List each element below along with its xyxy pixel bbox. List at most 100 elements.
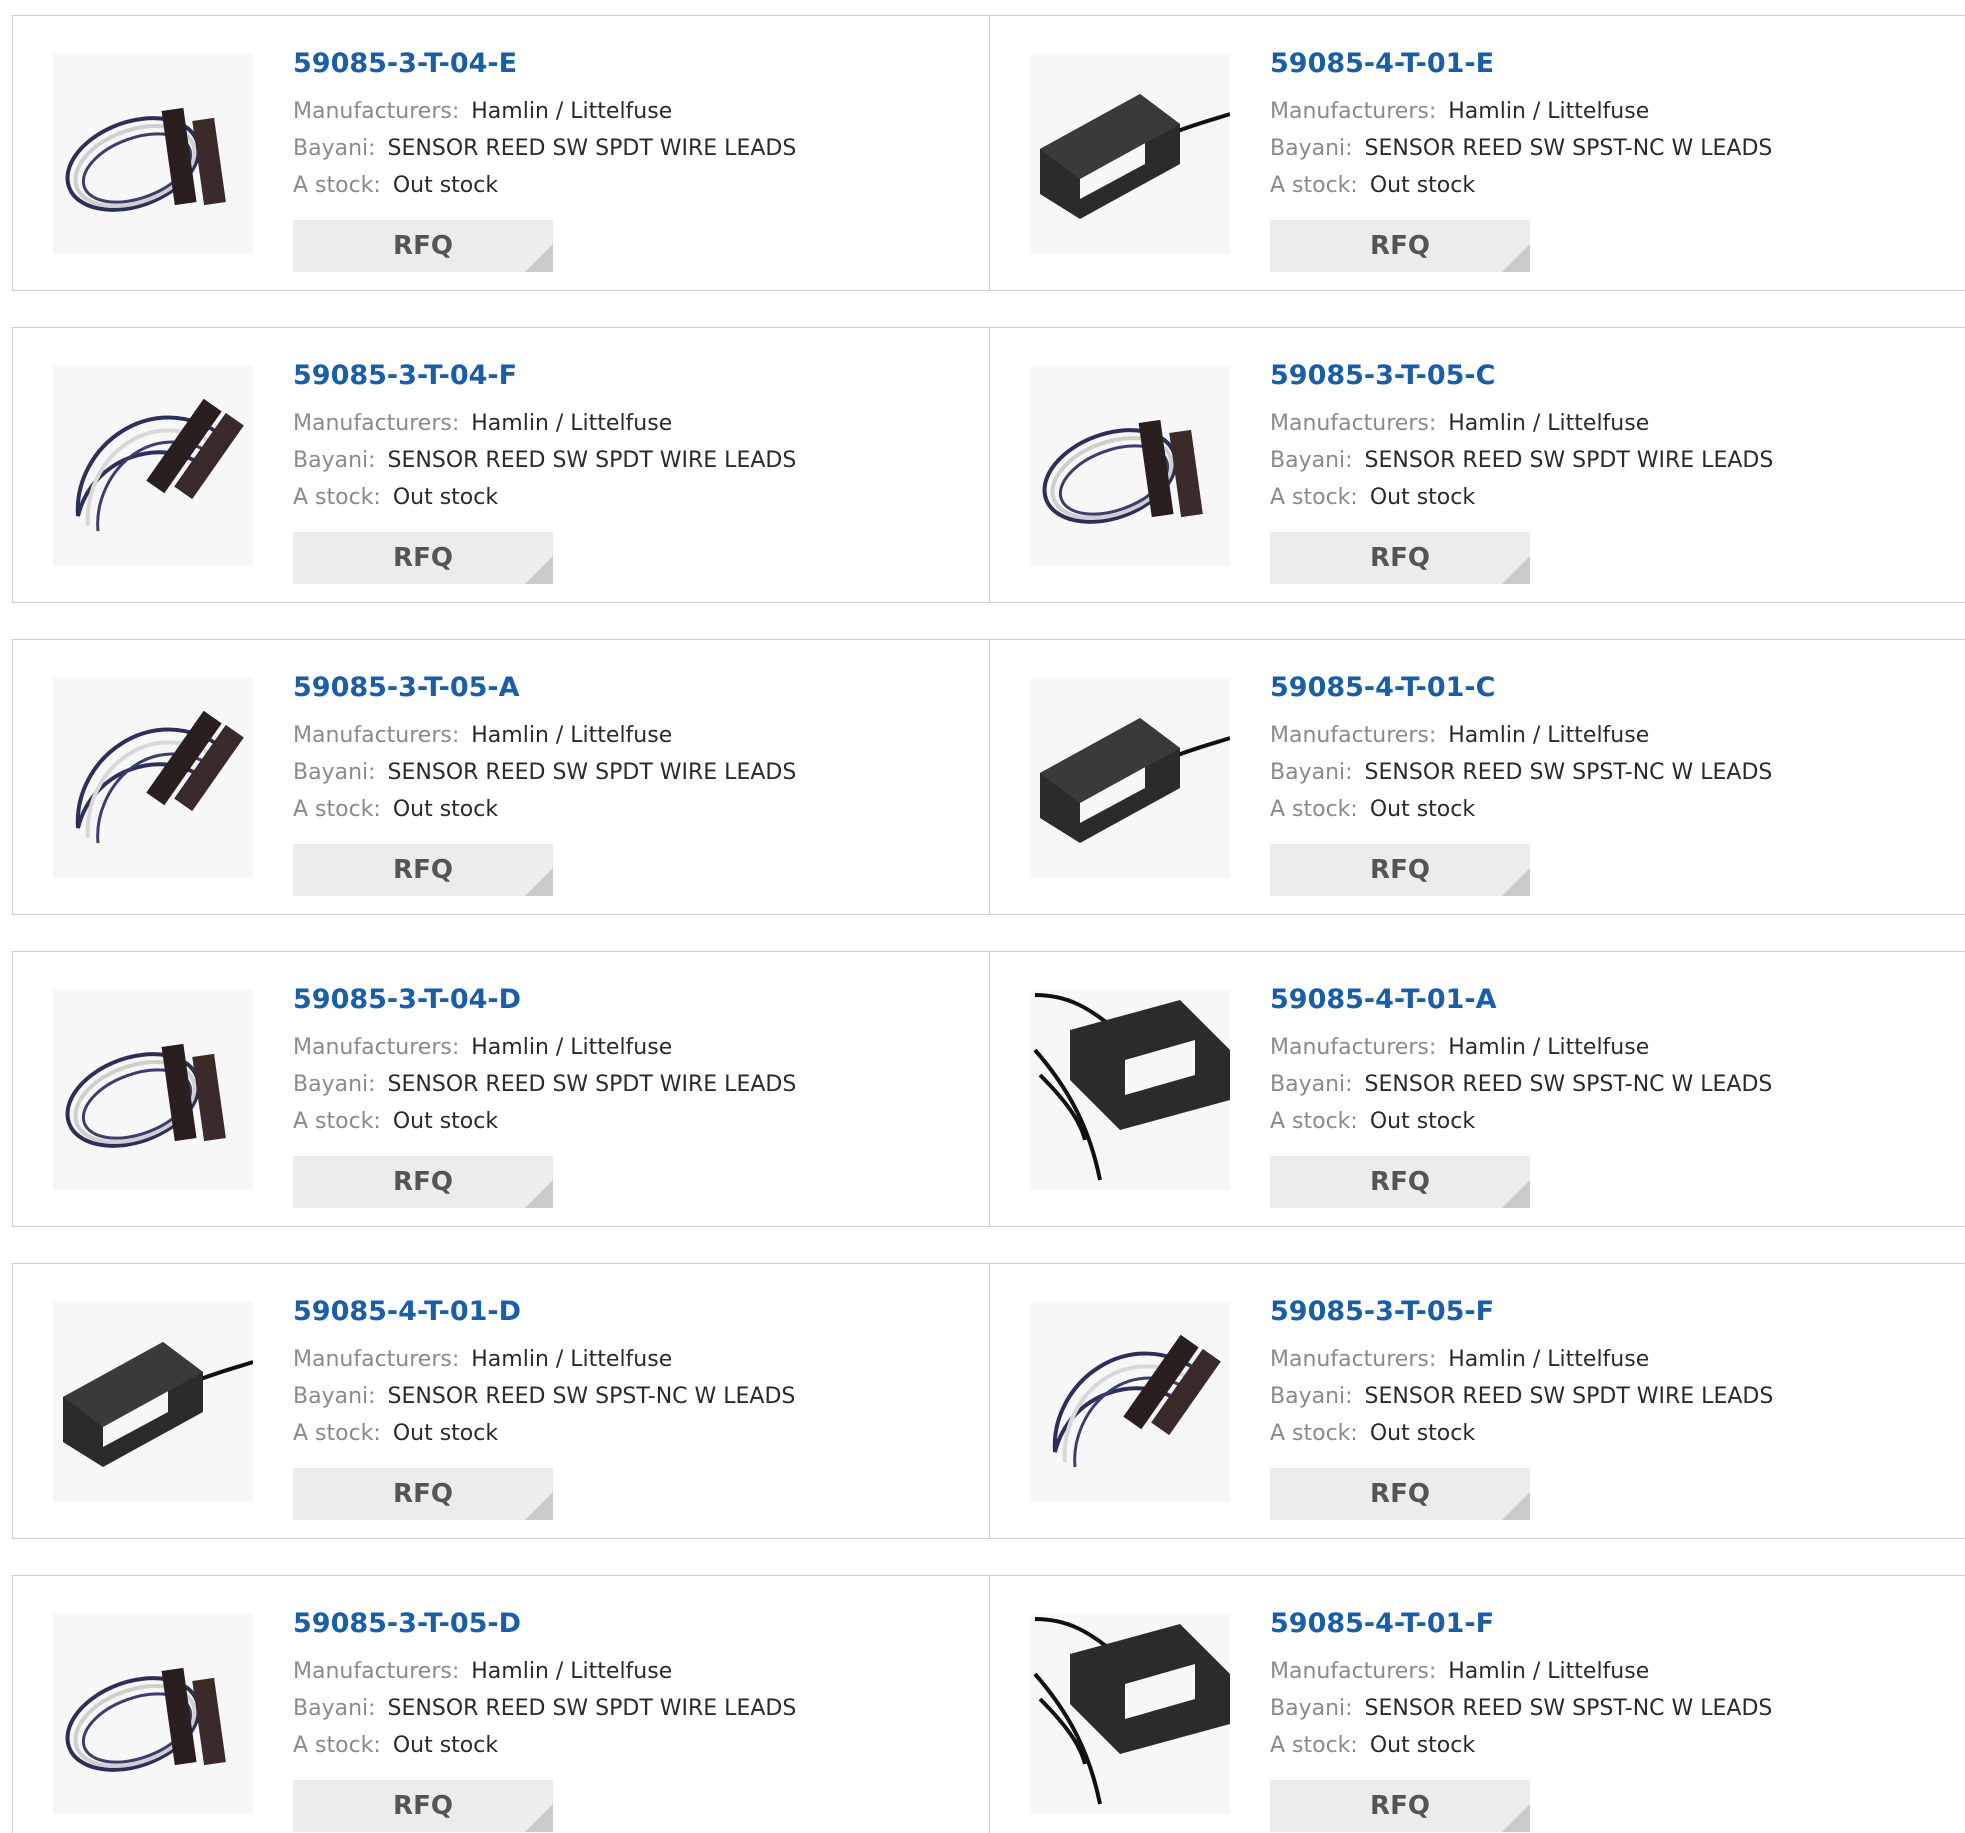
product-image[interactable] <box>53 54 253 254</box>
stock-label: A stock: <box>1270 485 1358 510</box>
manufacturer-label: Manufacturers: <box>1270 99 1437 124</box>
manufacturer-label: Manufacturers: <box>1270 1347 1437 1372</box>
description-label: Bayani: <box>1270 448 1353 473</box>
reed-sensor-coil-icon <box>65 1667 226 1772</box>
stock-label: A stock: <box>1270 797 1358 822</box>
reed-sensor-wires-icon <box>1033 993 1230 1181</box>
part-number-link[interactable]: 59085-4-T-01-E <box>1270 48 1494 79</box>
reed-sensor-loop-icon <box>75 710 244 844</box>
part-number-link[interactable]: 59085-3-T-05-C <box>1270 360 1495 391</box>
part-number-link[interactable]: 59085-3-T-05-D <box>293 1608 521 1639</box>
corner-triangle-icon <box>525 868 553 896</box>
manufacturer-label: Manufacturers: <box>293 723 460 748</box>
description-label: Bayani: <box>1270 136 1353 161</box>
part-number-link[interactable]: 59085-3-T-04-E <box>293 48 517 79</box>
reed-sensor-loop-icon <box>1052 1334 1221 1468</box>
product-row: 59085-3-T-05-D Manufacturers: Hamlin / Li… <box>12 1575 1965 1833</box>
rfq-button[interactable]: RFQ <box>1270 1468 1530 1520</box>
product-card: 59085-4-T-01-D Manufacturers: Hamlin / Li… <box>13 1264 990 1538</box>
product-image[interactable] <box>53 1302 253 1502</box>
manufacturer-value: Hamlin / Littelfuse <box>1448 723 1650 748</box>
rfq-label: RFQ <box>1370 231 1430 261</box>
stock-line: A stock: Out stock <box>293 1421 498 1446</box>
product-image[interactable] <box>1030 1302 1230 1502</box>
rfq-button[interactable]: RFQ <box>1270 532 1530 584</box>
stock-label: A stock: <box>293 1109 381 1134</box>
product-card: 59085-4-T-01-C Manufacturers: Hamlin / Li… <box>990 640 1965 914</box>
rfq-button[interactable]: RFQ <box>293 220 553 272</box>
product-card: 59085-3-T-05-C Manufacturers: Hamlin / Li… <box>990 328 1965 602</box>
rfq-button[interactable]: RFQ <box>293 1780 553 1832</box>
part-number-link[interactable]: 59085-4-T-01-F <box>1270 1608 1494 1639</box>
product-image[interactable] <box>53 990 253 1190</box>
rfq-button[interactable]: RFQ <box>293 1468 553 1520</box>
corner-triangle-icon <box>1502 1180 1530 1208</box>
stock-line: A stock: Out stock <box>1270 485 1475 510</box>
manufacturer-value: Hamlin / Littelfuse <box>471 99 673 124</box>
manufacturer-label: Manufacturers: <box>1270 723 1437 748</box>
description-label: Bayani: <box>293 1696 376 1721</box>
description-value: SENSOR REED SW SPDT WIRE LEADS <box>1364 1384 1774 1409</box>
manufacturer-label: Manufacturers: <box>293 1035 460 1060</box>
rfq-button[interactable]: RFQ <box>1270 1780 1530 1832</box>
description-line: Bayani: SENSOR REED SW SPST-NC W LEADS <box>1270 1696 1772 1721</box>
product-card: 59085-3-T-05-F Manufacturers: Hamlin / Li… <box>990 1264 1965 1538</box>
product-image[interactable] <box>53 1614 253 1814</box>
part-number-link[interactable]: 59085-3-T-05-F <box>1270 1296 1494 1327</box>
part-number-link[interactable]: 59085-3-T-04-F <box>293 360 517 391</box>
description-label: Bayani: <box>293 1384 376 1409</box>
rfq-button[interactable]: RFQ <box>293 532 553 584</box>
description-label: Bayani: <box>293 760 376 785</box>
rfq-button[interactable]: RFQ <box>293 844 553 896</box>
product-image[interactable] <box>1030 366 1230 566</box>
manufacturer-line: Manufacturers: Hamlin / Littelfuse <box>1270 723 1649 748</box>
stock-line: A stock: Out stock <box>1270 1421 1475 1446</box>
manufacturer-label: Manufacturers: <box>1270 1035 1437 1060</box>
rfq-label: RFQ <box>1370 1791 1430 1821</box>
manufacturer-label: Manufacturers: <box>293 99 460 124</box>
product-image[interactable] <box>1030 678 1230 878</box>
stock-value: Out stock <box>392 485 499 510</box>
rfq-label: RFQ <box>1370 543 1430 573</box>
corner-triangle-icon <box>525 556 553 584</box>
manufacturer-label: Manufacturers: <box>1270 1659 1437 1684</box>
manufacturer-value: Hamlin / Littelfuse <box>1448 99 1650 124</box>
manufacturer-label: Manufacturers: <box>1270 411 1437 436</box>
product-card: 59085-3-T-04-D Manufacturers: Hamlin / Li… <box>13 952 990 1226</box>
stock-value: Out stock <box>392 173 499 198</box>
manufacturer-line: Manufacturers: Hamlin / Littelfuse <box>293 723 672 748</box>
stock-label: A stock: <box>293 797 381 822</box>
manufacturer-line: Manufacturers: Hamlin / Littelfuse <box>1270 1659 1649 1684</box>
part-number-link[interactable]: 59085-3-T-04-D <box>293 984 521 1015</box>
description-line: Bayani: SENSOR REED SW SPST-NC W LEADS <box>1270 136 1772 161</box>
corner-triangle-icon <box>525 1180 553 1208</box>
manufacturer-line: Manufacturers: Hamlin / Littelfuse <box>293 1035 672 1060</box>
product-image[interactable] <box>1030 1614 1230 1814</box>
manufacturer-value: Hamlin / Littelfuse <box>1448 1347 1650 1372</box>
product-image[interactable] <box>1030 990 1230 1190</box>
part-number-link[interactable]: 59085-4-T-01-C <box>1270 672 1495 703</box>
description-line: Bayani: SENSOR REED SW SPDT WIRE LEADS <box>1270 448 1773 473</box>
rfq-button[interactable]: RFQ <box>1270 844 1530 896</box>
part-number-link[interactable]: 59085-4-T-01-A <box>1270 984 1497 1015</box>
stock-label: A stock: <box>1270 1421 1358 1446</box>
product-row: 59085-3-T-04-F Manufacturers: Hamlin / Li… <box>12 327 1965 603</box>
corner-triangle-icon <box>1502 1804 1530 1832</box>
product-image[interactable] <box>1030 54 1230 254</box>
description-value: SENSOR REED SW SPST-NC W LEADS <box>1364 760 1773 785</box>
stock-label: A stock: <box>293 173 381 198</box>
stock-line: A stock: Out stock <box>293 1733 498 1758</box>
part-number-link[interactable]: 59085-3-T-05-A <box>293 672 520 703</box>
stock-label: A stock: <box>293 485 381 510</box>
stock-value: Out stock <box>392 1421 499 1446</box>
rfq-button[interactable]: RFQ <box>1270 1156 1530 1208</box>
rfq-label: RFQ <box>1370 1479 1430 1509</box>
part-number-link[interactable]: 59085-4-T-01-D <box>293 1296 521 1327</box>
stock-line: A stock: Out stock <box>293 797 498 822</box>
rfq-button[interactable]: RFQ <box>293 1156 553 1208</box>
product-row: 59085-4-T-01-D Manufacturers: Hamlin / Li… <box>12 1263 1965 1539</box>
product-image[interactable] <box>53 678 253 878</box>
product-image[interactable] <box>53 366 253 566</box>
reed-sensor-coil-icon <box>1042 419 1203 524</box>
rfq-button[interactable]: RFQ <box>1270 220 1530 272</box>
